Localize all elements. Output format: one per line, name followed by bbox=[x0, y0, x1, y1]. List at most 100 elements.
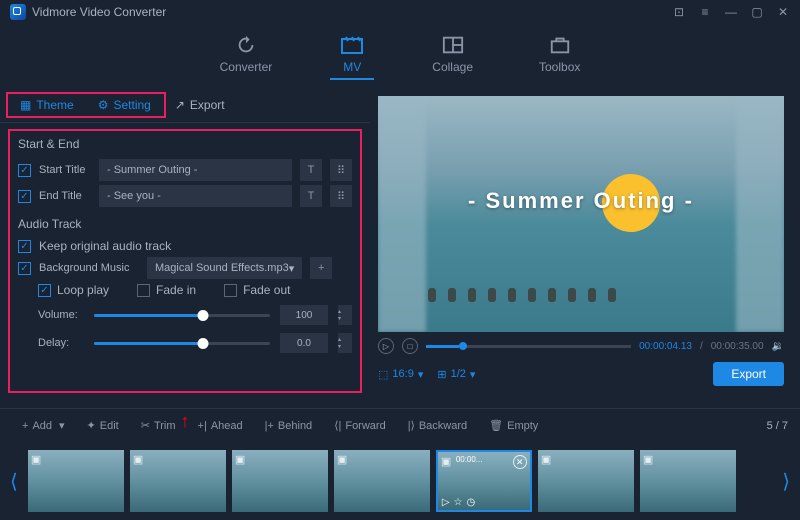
chevron-down-icon: ▾ bbox=[59, 419, 65, 432]
bg-music-checkbox[interactable] bbox=[18, 262, 31, 275]
behind-icon: |+ bbox=[265, 420, 274, 432]
chevron-down-icon: ▾ bbox=[470, 368, 476, 381]
export-icon: ↗ bbox=[175, 98, 185, 112]
add-button[interactable]: +Add▾ bbox=[12, 415, 75, 436]
volume-value[interactable]: 100 bbox=[280, 305, 328, 325]
app-title: Vidmore Video Converter bbox=[32, 5, 166, 19]
forward-button[interactable]: ⟨|Forward bbox=[324, 415, 396, 436]
play-button[interactable]: ▷ bbox=[378, 338, 394, 354]
keep-original-checkbox[interactable] bbox=[18, 240, 31, 253]
ahead-button[interactable]: +|Ahead bbox=[188, 416, 253, 436]
end-font-button[interactable]: T bbox=[300, 185, 322, 207]
tab-converter-label: Converter bbox=[220, 60, 273, 74]
timeline-thumb[interactable]: ▣ bbox=[640, 450, 736, 512]
delay-slider[interactable] bbox=[94, 342, 270, 345]
volume-spinner[interactable]: ▴▾ bbox=[338, 305, 352, 325]
loop-label: Loop play bbox=[57, 283, 109, 297]
tab-collage-label: Collage bbox=[432, 60, 473, 74]
trim-button[interactable]: ✂Trim bbox=[131, 415, 186, 436]
tab-converter[interactable]: Converter bbox=[212, 34, 281, 80]
minimize-icon[interactable]: — bbox=[724, 5, 738, 19]
clock-icon[interactable]: ◷ bbox=[466, 497, 475, 508]
volume-label: Volume: bbox=[38, 309, 84, 321]
backward-button[interactable]: |⟩Backward bbox=[398, 415, 477, 436]
app-logo bbox=[10, 4, 26, 20]
volume-slider[interactable] bbox=[94, 314, 270, 317]
aspect-ratio-dropdown[interactable]: ⬚16:9▾ bbox=[378, 368, 423, 381]
trash-icon: 🗑 bbox=[489, 419, 503, 432]
start-effects-button[interactable]: ⠿ bbox=[330, 159, 352, 181]
play-icon[interactable]: ▷ bbox=[442, 497, 450, 508]
tab-mv[interactable]: MV bbox=[330, 34, 374, 80]
fadeout-checkbox[interactable] bbox=[224, 284, 237, 297]
chevron-down-icon: ▾ bbox=[289, 262, 295, 275]
thumb-time: 00:00... bbox=[456, 455, 483, 464]
tab-collage[interactable]: Collage bbox=[424, 34, 481, 80]
settings-panel: Start & End Start Title T ⠿ End Title T … bbox=[8, 129, 362, 393]
tab-mv-label: MV bbox=[343, 60, 361, 74]
total-time: 00:00:35.00 bbox=[711, 341, 764, 352]
clip-counter: 5 / 7 bbox=[767, 420, 788, 432]
volume-icon[interactable]: 🔉 bbox=[772, 341, 784, 352]
menu-icon[interactable]: ≡ bbox=[698, 5, 712, 19]
image-icon: ▣ bbox=[643, 453, 653, 466]
timeline-thumb-selected[interactable]: ▣ 00:00... ✕ ▷☆◷ bbox=[436, 450, 532, 512]
bg-music-dropdown[interactable]: Magical Sound Effects.mp3▾ bbox=[147, 257, 302, 279]
empty-button[interactable]: 🗑Empty bbox=[479, 415, 548, 436]
image-icon: ▣ bbox=[337, 453, 347, 466]
start-title-label: Start Title bbox=[39, 164, 91, 176]
end-title-input[interactable] bbox=[99, 185, 292, 207]
scale-dropdown[interactable]: ⊞1/2▾ bbox=[437, 368, 475, 381]
gear-icon: ⚙ bbox=[98, 98, 109, 112]
fadein-label: Fade in bbox=[156, 283, 196, 297]
close-icon[interactable]: ✕ bbox=[776, 5, 790, 19]
fadeout-label: Fade out bbox=[243, 283, 290, 297]
subtab-export[interactable]: ↗Export bbox=[167, 94, 233, 116]
subtab-setting[interactable]: ⚙Setting bbox=[90, 94, 159, 116]
behind-button[interactable]: |+Behind bbox=[255, 416, 323, 436]
timeline-thumb[interactable]: ▣ bbox=[130, 450, 226, 512]
timeline-thumb[interactable]: ▣ bbox=[232, 450, 328, 512]
converter-icon bbox=[232, 34, 260, 56]
timeline-thumb[interactable]: ▣ bbox=[538, 450, 634, 512]
timeline-thumb[interactable]: ▣ bbox=[28, 450, 124, 512]
bg-music-label: Background Music bbox=[39, 262, 139, 274]
end-title-checkbox[interactable] bbox=[18, 190, 31, 203]
section-start-end: Start & End bbox=[18, 131, 352, 155]
loop-checkbox[interactable] bbox=[38, 284, 51, 297]
timeline-prev[interactable]: ⟨ bbox=[8, 469, 20, 494]
keep-original-label: Keep original audio track bbox=[39, 239, 171, 253]
plus-icon: + bbox=[22, 420, 28, 432]
annotation-arrow: ↑ bbox=[181, 411, 190, 432]
progress-bar[interactable] bbox=[426, 345, 631, 348]
collage-icon bbox=[439, 34, 467, 56]
timeline-thumb[interactable]: ▣ bbox=[334, 450, 430, 512]
star-icon[interactable]: ☆ bbox=[454, 497, 463, 508]
image-icon: ▣ bbox=[541, 453, 551, 466]
delay-value[interactable]: 0.0 bbox=[280, 333, 328, 353]
timeline-next[interactable]: ⟩ bbox=[780, 469, 792, 494]
thumb-close-button[interactable]: ✕ bbox=[513, 455, 527, 469]
maximize-icon[interactable]: ▢ bbox=[750, 5, 764, 19]
video-preview[interactable]: - Summer Outing - bbox=[378, 96, 784, 332]
tab-toolbox[interactable]: Toolbox bbox=[531, 34, 588, 80]
start-title-input[interactable] bbox=[99, 159, 292, 181]
end-effects-button[interactable]: ⠿ bbox=[330, 185, 352, 207]
feedback-icon[interactable]: ⊡ bbox=[672, 5, 686, 19]
fadein-checkbox[interactable] bbox=[137, 284, 150, 297]
backward-icon: |⟩ bbox=[408, 419, 415, 432]
chevron-down-icon: ▾ bbox=[418, 368, 424, 381]
add-music-button[interactable]: + bbox=[310, 257, 332, 279]
overlay-title: - Summer Outing - bbox=[468, 188, 694, 214]
edit-button[interactable]: ✦Edit bbox=[77, 415, 129, 436]
start-font-button[interactable]: T bbox=[300, 159, 322, 181]
wand-icon: ✦ bbox=[87, 419, 96, 432]
stop-button[interactable]: □ bbox=[402, 338, 418, 354]
delay-spinner[interactable]: ▴▾ bbox=[338, 333, 352, 353]
subtab-theme[interactable]: ▦Theme bbox=[12, 94, 82, 116]
start-title-checkbox[interactable] bbox=[18, 164, 31, 177]
end-title-label: End Title bbox=[39, 190, 91, 202]
tab-toolbox-label: Toolbox bbox=[539, 60, 580, 74]
scissors-icon: ✂ bbox=[141, 419, 150, 432]
export-button[interactable]: Export bbox=[713, 362, 784, 386]
